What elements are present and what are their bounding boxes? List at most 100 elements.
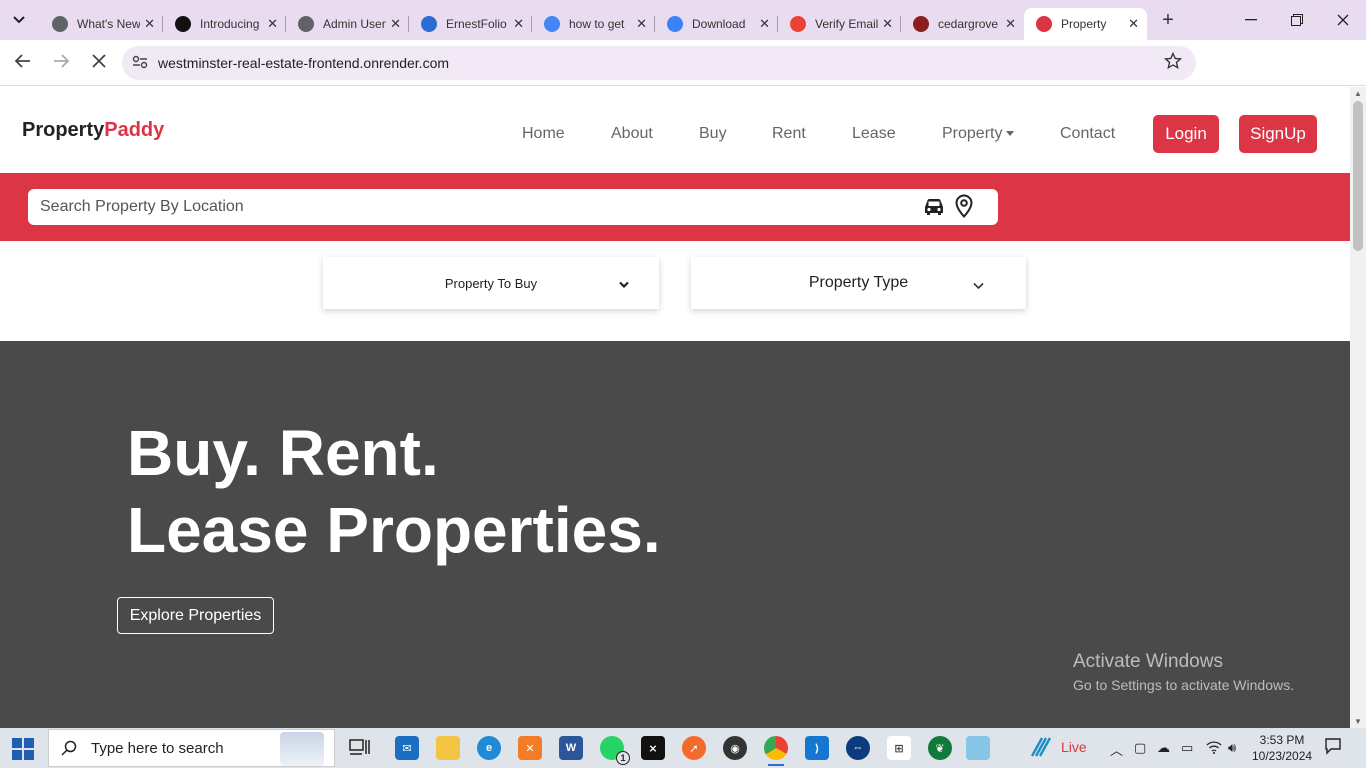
tab-label: What's New [77, 17, 141, 31]
tab-label: Download [692, 17, 746, 31]
browser-tab[interactable]: Introducing ✕ [163, 8, 286, 40]
filter-row: Property To Buy Property Type [0, 241, 1350, 341]
tab-search-chevron-icon[interactable] [6, 7, 32, 33]
site-navbar: PropertyPaddy Home About Buy Rent Lease … [0, 87, 1350, 173]
browser-tab[interactable]: Admin Users ✕ [286, 8, 409, 40]
tab-close-icon[interactable]: ✕ [882, 16, 893, 32]
mail-icon[interactable]: ✉ [395, 736, 419, 760]
hero-heading-line1: Buy. Rent. [127, 417, 439, 489]
tab-label: Property [1061, 17, 1107, 31]
postman-icon[interactable]: ➚ [682, 736, 706, 760]
whatsapp-icon[interactable]: 1 [600, 736, 630, 765]
scroll-up-arrow-icon[interactable]: ▲ [1354, 89, 1362, 98]
scroll-down-arrow-icon[interactable]: ▼ [1354, 717, 1362, 726]
chrome-icon[interactable] [764, 736, 788, 766]
nav-property-dropdown[interactable]: Property [942, 125, 1015, 143]
property-type-select[interactable]: Property Type [691, 257, 1026, 309]
windows-start-icon[interactable] [12, 738, 34, 760]
teamviewer-icon[interactable]: ⇔ [846, 736, 870, 760]
edge-icon[interactable]: e [477, 736, 501, 760]
tab-close-icon[interactable]: ✕ [513, 16, 524, 32]
browser-tab[interactable]: Property ✕ [1024, 8, 1147, 40]
browser-tab[interactable]: Verify Email ✕ [778, 8, 901, 40]
brand-accent: Paddy [104, 119, 165, 141]
search-band: Search Property By Location [0, 173, 1350, 241]
file-explorer-icon[interactable] [436, 736, 460, 760]
location-search-input[interactable]: Search Property By Location [28, 189, 998, 225]
battery-icon[interactable]: ▭ [1181, 740, 1193, 756]
clock-date: 10/23/2024 [1252, 749, 1313, 763]
tab-label: ErnestFolio [446, 17, 507, 31]
map-pin-icon[interactable] [954, 194, 974, 223]
chevron-down-icon [619, 277, 629, 292]
tab-close-icon[interactable]: ✕ [1005, 16, 1016, 32]
tab-close-icon[interactable]: ✕ [390, 16, 401, 32]
taskbar-search-placeholder: Type here to search [91, 739, 224, 757]
wifi-icon[interactable] [1206, 740, 1222, 757]
restore-window-button[interactable] [1274, 0, 1320, 40]
bookmark-star-icon[interactable] [1163, 51, 1183, 75]
chrome-icon [52, 16, 68, 32]
login-button[interactable]: Login [1153, 115, 1219, 153]
tab-close-icon[interactable]: ✕ [267, 16, 278, 32]
live-weather-icon[interactable] [1030, 736, 1052, 761]
signup-button[interactable]: SignUp [1239, 115, 1317, 153]
meet-now-icon[interactable]: ▢ [1134, 740, 1146, 756]
ef-icon [421, 16, 437, 32]
tab-close-icon[interactable]: ✕ [759, 16, 770, 32]
live-label[interactable]: Live [1061, 739, 1087, 755]
microsoft-store-icon[interactable]: ⊞ [887, 736, 911, 760]
vscode-icon[interactable]: ⟩ [805, 736, 829, 760]
word-icon[interactable]: W [559, 736, 583, 760]
nav-property-label: Property [942, 125, 1003, 142]
back-arrow-icon[interactable] [6, 52, 40, 73]
browser-tab[interactable]: cedargrove ✕ [901, 8, 1024, 40]
close-window-button[interactable] [1320, 0, 1366, 40]
tab-label: cedargrove [938, 17, 999, 31]
browser-tab[interactable]: What's New ✕ [40, 8, 163, 40]
tab-close-icon[interactable]: ✕ [144, 16, 155, 32]
openai-icon [298, 16, 314, 32]
nav-contact[interactable]: Contact [1060, 125, 1115, 143]
forward-arrow-icon[interactable] [44, 52, 78, 73]
nav-about[interactable]: About [611, 125, 653, 143]
transaction-select[interactable]: Property To Buy [323, 257, 659, 309]
explore-properties-button[interactable]: Explore Properties [117, 597, 274, 634]
nav-rent[interactable]: Rent [772, 125, 806, 143]
notepad-icon[interactable] [966, 736, 990, 760]
nav-lease[interactable]: Lease [852, 125, 896, 143]
browser-tab[interactable]: Download ✕ [655, 8, 778, 40]
tab-label: Verify Email [815, 17, 879, 31]
new-tab-button[interactable]: + [1153, 9, 1183, 32]
system-clock[interactable]: 3:53 PM 10/23/2024 [1252, 732, 1312, 764]
scrollbar-thumb[interactable] [1353, 101, 1363, 251]
page-scrollbar[interactable]: ▲ ▼ [1350, 87, 1366, 728]
tab-close-icon[interactable]: ✕ [1128, 16, 1139, 32]
search-icon [61, 740, 77, 756]
address-bar[interactable]: westminster-real-estate-frontend.onrende… [122, 46, 1196, 80]
capcut-icon[interactable]: ⨯ [641, 736, 665, 760]
obs-icon[interactable]: ◉ [723, 736, 747, 760]
mongodb-compass-icon[interactable]: ❦ [928, 736, 952, 760]
onedrive-icon[interactable]: ☁ [1157, 740, 1170, 756]
volume-icon[interactable]: 🔊︎ [1228, 740, 1236, 756]
nav-buy[interactable]: Buy [699, 125, 727, 143]
tab-close-icon[interactable]: ✕ [636, 16, 647, 32]
hero-heading-line2: Lease Properties. [127, 494, 661, 566]
taskbar-search-box[interactable]: Type here to search [48, 729, 335, 767]
show-hidden-icons-chevron-icon[interactable]: ︿ [1110, 740, 1123, 759]
notifications-icon[interactable] [1324, 737, 1342, 758]
xampp-icon[interactable]: ✕ [518, 736, 542, 760]
brand-logo[interactable]: PropertyPaddy [22, 119, 164, 142]
site-info-icon[interactable] [124, 55, 156, 72]
minimize-window-button[interactable] [1228, 0, 1274, 40]
gmail-icon [790, 16, 806, 32]
browser-tab[interactable]: how to get ✕ [532, 8, 655, 40]
car-icon[interactable] [922, 196, 946, 223]
nav-home[interactable]: Home [522, 125, 565, 143]
browser-tab[interactable]: ErnestFolio ✕ [409, 8, 532, 40]
stop-loading-icon[interactable] [82, 52, 116, 73]
task-view-icon[interactable] [348, 736, 372, 760]
browser-toolbar: westminster-real-estate-frontend.onrende… [0, 40, 1366, 113]
tab-label: Admin Users [323, 17, 387, 31]
